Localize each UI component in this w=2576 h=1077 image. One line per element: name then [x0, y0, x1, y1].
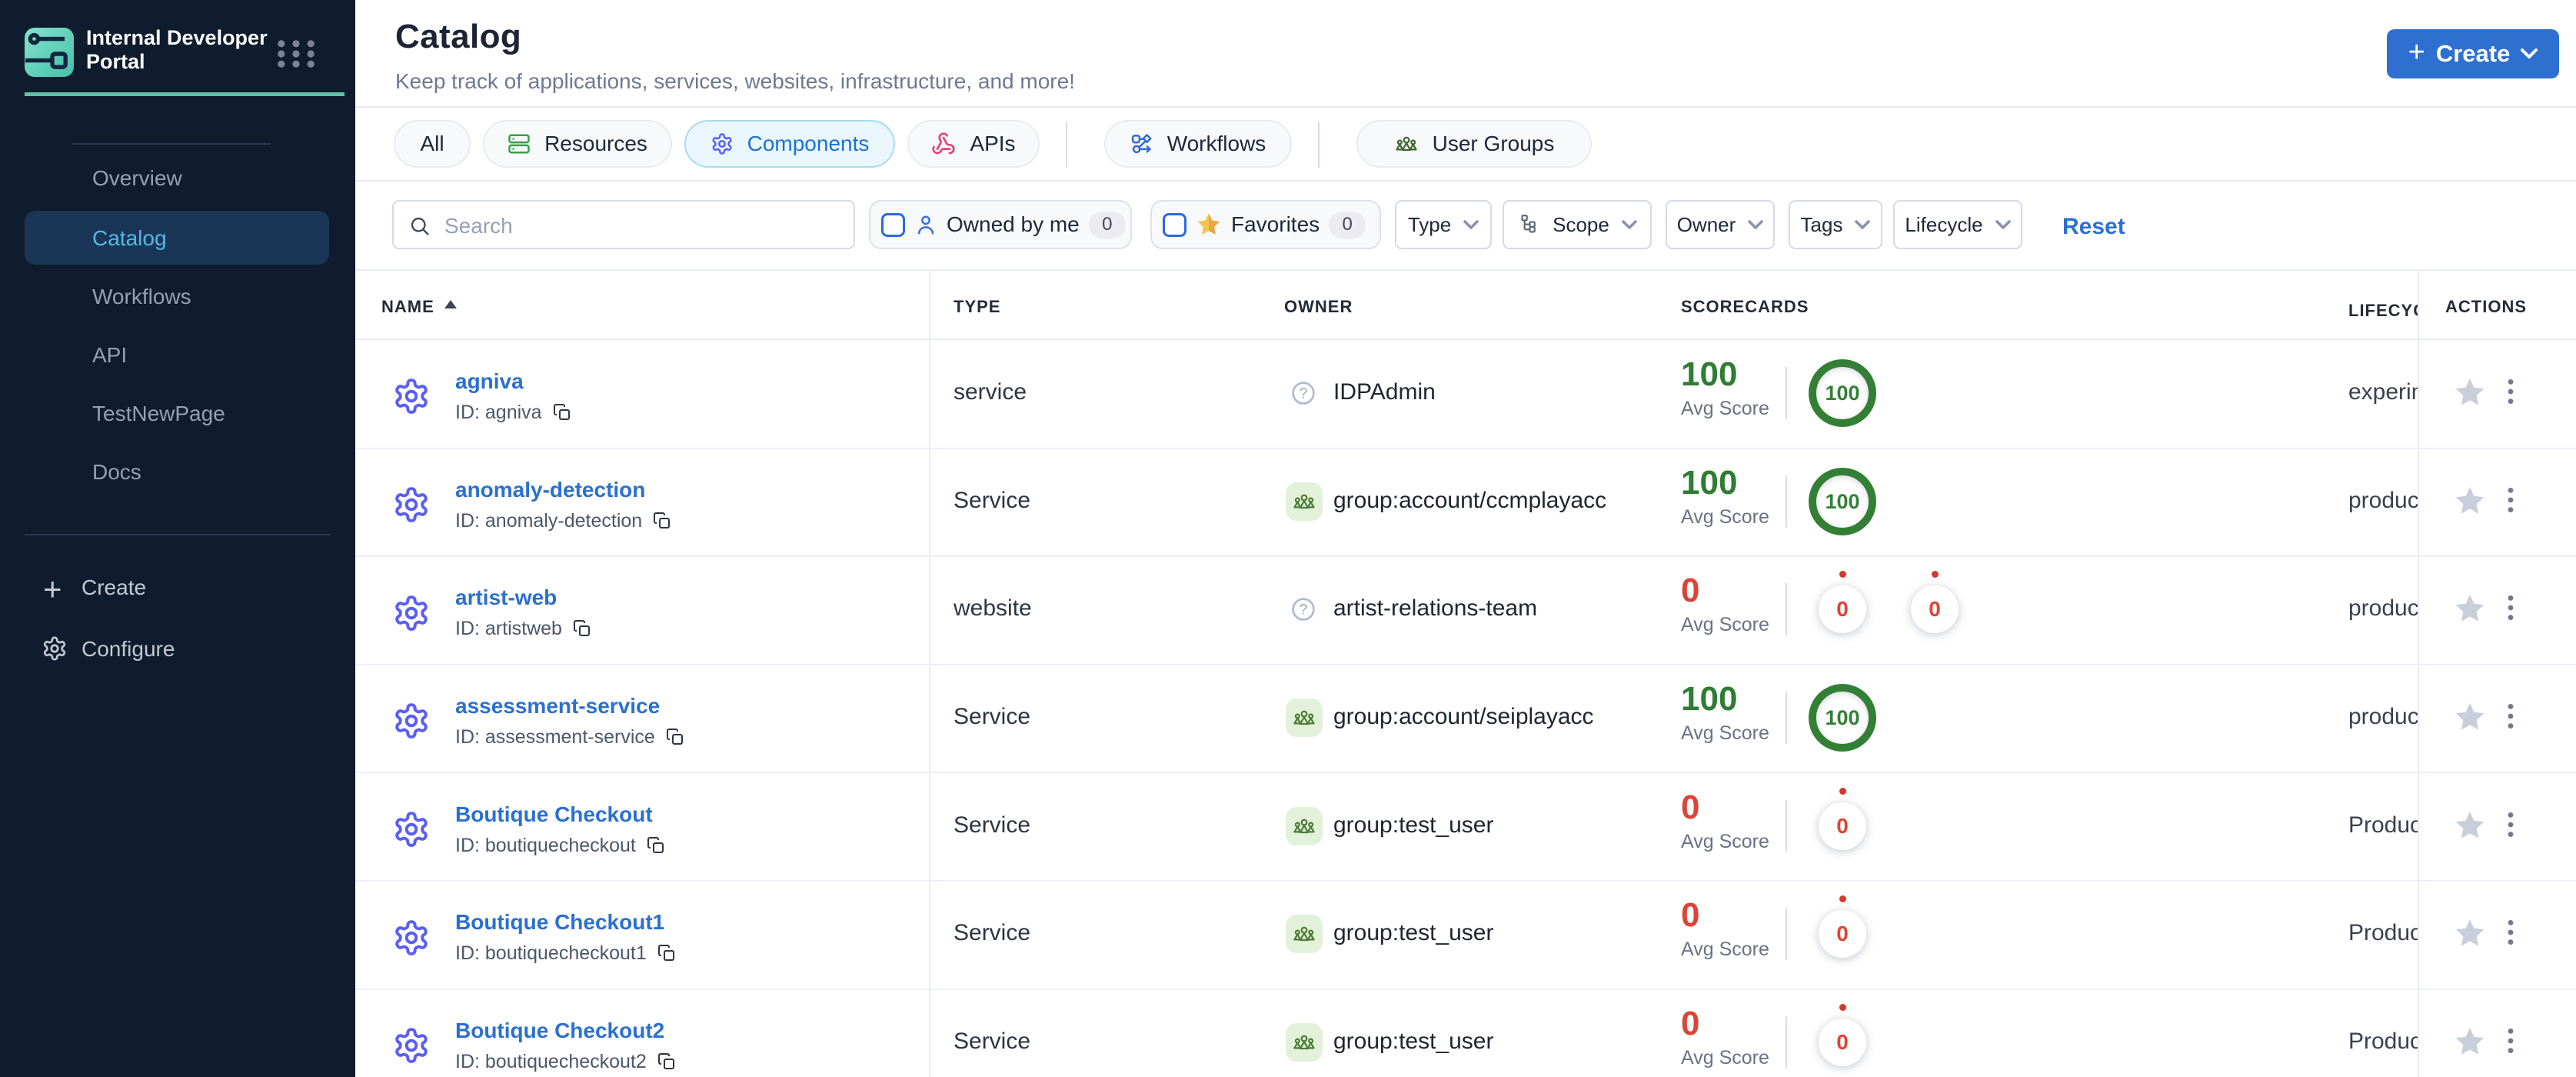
svg-text:?: ?: [1300, 602, 1308, 619]
svg-text:?: ?: [1300, 386, 1308, 402]
